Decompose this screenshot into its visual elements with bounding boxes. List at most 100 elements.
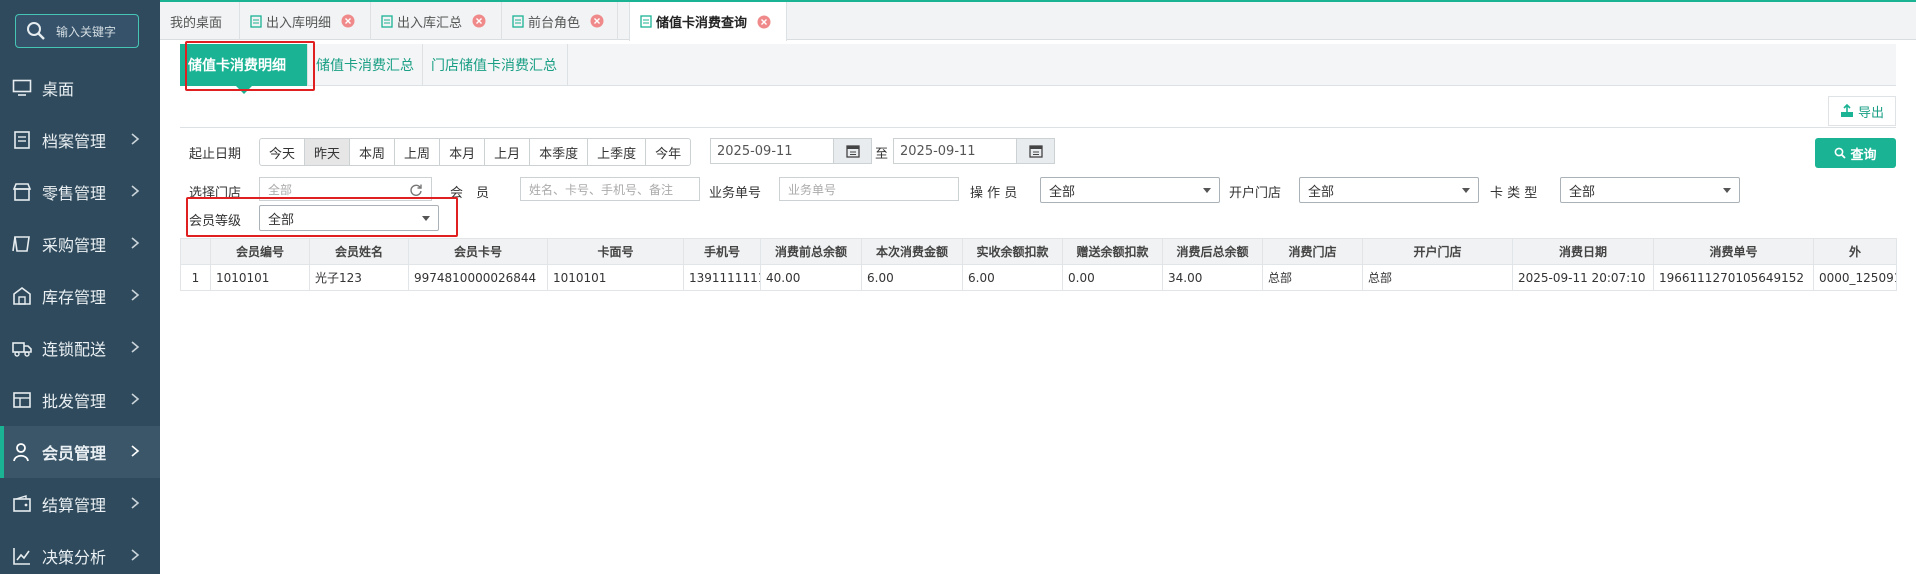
subtab-card-consume-summary[interactable]: 储值卡消费汇总 (308, 44, 423, 86)
sidebar-search-placeholder: 输入关键字 (56, 24, 117, 39)
date-from-input[interactable]: 2025-09-11 (710, 138, 872, 164)
sidebar-item-inventory[interactable]: 库存管理 (0, 270, 160, 322)
close-icon[interactable] (472, 14, 486, 28)
card-type-select[interactable]: 全部 (1560, 177, 1740, 203)
table-cell: 0.00 (1062, 264, 1163, 291)
search-icon (1835, 147, 1847, 159)
close-icon[interactable] (590, 14, 604, 28)
date-to-value: 2025-09-11 (900, 143, 976, 159)
table-header[interactable]: 消费前总余额 (760, 238, 862, 265)
subtab-store-card-consume-summary[interactable]: 门店储值卡消费汇总 (423, 44, 568, 86)
chevron-down-icon (1462, 188, 1470, 193)
member-search-input[interactable]: 姓名、卡号、手机号、备注 (520, 177, 700, 201)
user-icon (13, 443, 29, 462)
sidebar-item-label: 桌面 (42, 80, 75, 99)
export-label: 导出 (1857, 105, 1884, 121)
sidebar-item-label: 会员管理 (42, 444, 107, 463)
tab-label: 我的桌面 (170, 15, 223, 31)
table-header[interactable]: 开户门店 (1362, 238, 1513, 265)
subtab-label: 门店储值卡消费汇总 (431, 58, 557, 74)
tab-stored-card-query[interactable]: 储值卡消费查询 (629, 2, 787, 41)
table-cell: 光子123 (309, 264, 409, 291)
document-icon (250, 14, 262, 28)
date-btn-this-quarter[interactable]: 本季度 (530, 139, 589, 165)
table-header[interactable]: 实收余额扣款 (962, 238, 1063, 265)
bizno-input[interactable]: 业务单号 (779, 177, 959, 201)
table-header[interactable]: 卡面号 (547, 238, 684, 265)
purchase-icon (12, 236, 30, 252)
member-level-select[interactable]: 全部 (259, 205, 439, 231)
sidebar-item-analysis[interactable]: 决策分析 (0, 530, 160, 574)
chevron-right-icon (131, 237, 140, 249)
divider (180, 127, 1896, 128)
date-from-picker[interactable] (833, 139, 871, 163)
member-placeholder: 姓名、卡号、手机号、备注 (529, 182, 674, 197)
table-header[interactable]: 消费单号 (1653, 238, 1814, 265)
table-header[interactable]: 手机号 (683, 238, 761, 265)
table-header[interactable]: 会员姓名 (309, 238, 409, 265)
export-icon (1840, 104, 1853, 117)
store-select[interactable]: 全部 (259, 177, 432, 201)
calendar-icon (845, 145, 860, 158)
table-cell: 1010101 (547, 264, 684, 291)
close-icon[interactable] (757, 15, 771, 29)
operator-select[interactable]: 全部 (1040, 177, 1220, 203)
sidebar-item-settlement[interactable]: 结算管理 (0, 478, 160, 530)
sidebar-item-wholesale[interactable]: 批发管理 (0, 374, 160, 426)
sidebar-search-input[interactable]: 输入关键字 (15, 14, 139, 48)
table-cell: 2025-09-11 20:07:10 (1512, 264, 1654, 291)
sidebar-item-purchase[interactable]: 采购管理 (0, 218, 160, 270)
sidebar-nav: 桌面 档案管理 零售管理 采购管理 库存管理 连锁配送 批发管理 会员管理 结算… (0, 62, 160, 574)
table-cell: 34.00 (1162, 264, 1263, 291)
sidebar-item-retail[interactable]: 零售管理 (0, 166, 160, 218)
bizno-label: 业务单号 (709, 186, 762, 201)
tab-my-desktop[interactable]: 我的桌面 (160, 2, 240, 40)
date-btn-today[interactable]: 今天 (260, 139, 306, 165)
date-btn-this-month[interactable]: 本月 (440, 139, 486, 165)
subtab-card-consume-detail[interactable]: 储值卡消费明细 (180, 44, 308, 94)
close-icon[interactable] (341, 14, 355, 28)
sidebar-item-member[interactable]: 会员管理 (0, 426, 160, 478)
tab-stock-detail[interactable]: 出入库明细 (240, 2, 371, 40)
sidebar-item-desktop[interactable]: 桌面 (0, 62, 160, 114)
chevron-right-icon (131, 289, 140, 301)
sidebar-item-label: 结算管理 (42, 496, 107, 515)
date-to-input[interactable]: 2025-09-11 (893, 138, 1055, 164)
store-label: 选择门店 (189, 186, 242, 201)
tab-front-role[interactable]: 前台角色 (502, 2, 618, 40)
refresh-icon[interactable] (409, 183, 423, 197)
member-level-label: 会员等级 (189, 214, 242, 229)
table-header[interactable]: 会员编号 (210, 238, 310, 265)
open-store-select[interactable]: 全部 (1299, 177, 1479, 203)
query-button[interactable]: 查询 (1815, 138, 1896, 168)
table-cell: 1 (180, 264, 211, 291)
date-to-picker[interactable] (1016, 139, 1054, 163)
sidebar-item-label: 连锁配送 (42, 340, 107, 359)
chevron-down-icon (422, 216, 430, 221)
bizno-placeholder: 业务单号 (788, 182, 837, 197)
date-btn-this-week[interactable]: 本周 (350, 139, 396, 165)
table-header[interactable]: 消费后总余额 (1162, 238, 1263, 265)
sidebar-item-delivery[interactable]: 连锁配送 (0, 322, 160, 374)
table-cell: 6.00 (962, 264, 1063, 291)
table-header[interactable]: 会员卡号 (408, 238, 548, 265)
sidebar-item-archive[interactable]: 档案管理 (0, 114, 160, 166)
export-button[interactable]: 导出 (1828, 96, 1896, 126)
date-btn-last-quarter[interactable]: 上季度 (588, 139, 647, 165)
table-row[interactable]: 1 1010101 光子123 9974810000026844 1010101… (180, 264, 1897, 291)
table-header[interactable]: 消费门店 (1262, 238, 1363, 265)
date-btn-last-week[interactable]: 上周 (395, 139, 441, 165)
date-btn-this-year[interactable]: 今年 (646, 139, 690, 165)
table-header[interactable]: 赠送余额扣款 (1062, 238, 1163, 265)
tab-stock-summary[interactable]: 出入库汇总 (371, 2, 502, 40)
date-btn-yesterday[interactable]: 昨天 (305, 139, 351, 165)
chevron-right-icon (131, 393, 140, 405)
table-header[interactable]: 本次消费金额 (861, 238, 963, 265)
chevron-right-icon (131, 341, 140, 353)
date-from-value: 2025-09-11 (717, 143, 793, 159)
table-cell: 总部 (1262, 264, 1363, 291)
table-header[interactable]: 消费日期 (1512, 238, 1654, 265)
table-header[interactable]: 外 (1813, 238, 1897, 265)
search-icon (27, 22, 45, 40)
date-btn-last-month[interactable]: 上月 (485, 139, 531, 165)
